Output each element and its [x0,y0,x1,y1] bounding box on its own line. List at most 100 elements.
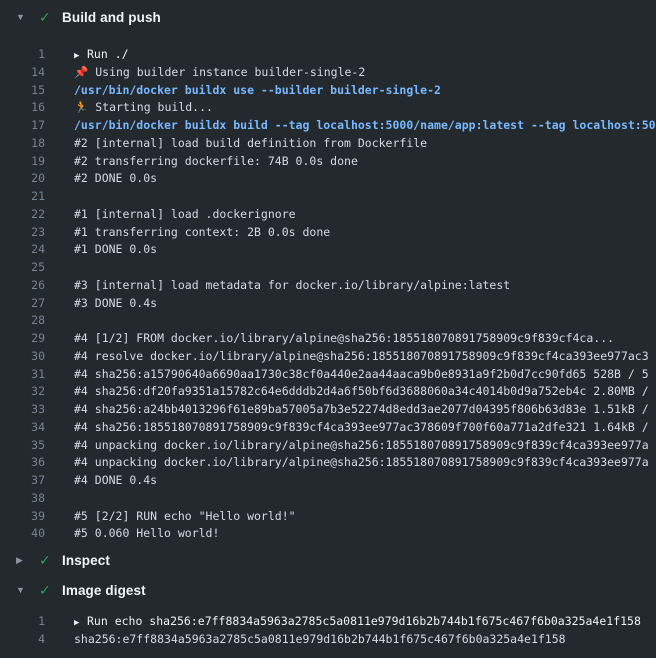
log-line: 25 [0,259,656,277]
chevron-down-icon[interactable]: ▼ [16,586,30,595]
log-text: 📌 Using builder instance builder-single-… [74,64,656,82]
line-number[interactable]: 38 [0,490,45,508]
log-text: #2 DONE 0.0s [74,170,656,188]
log-text: #5 [2/2] RUN echo "Hello world!" [74,508,656,526]
line-number[interactable]: 25 [0,259,45,277]
log-line: 18 #2 [internal] load build definition fr… [0,135,656,153]
log-text: Run ./ [87,47,129,61]
log-text: #1 DONE 0.0s [74,241,656,259]
log-text: #4 sha256:a15790640a6690aa1730c38cf0a440… [74,366,656,384]
log-text: #1 [internal] load .dockerignore [74,206,656,224]
section-title: Image digest [62,583,146,598]
line-number[interactable]: 26 [0,277,45,295]
line-number[interactable]: 40 [0,525,45,543]
line-number[interactable]: 36 [0,454,45,472]
log-line: 23 #1 transferring context: 2B 0.0s done [0,224,656,242]
group-expand-icon[interactable]: ▶ [74,48,87,64]
group-expand-icon[interactable]: ▶ [74,615,87,631]
log-line: 39 #5 [2/2] RUN echo "Hello world!" [0,508,656,526]
line-number[interactable]: 4 [0,631,45,649]
section-header-image-digest[interactable]: ▼✓Image digest [0,575,656,605]
line-number[interactable]: 28 [0,312,45,330]
log-line: 21 [0,188,656,206]
chevron-down-icon[interactable]: ▼ [16,13,30,22]
log-text [74,312,656,330]
log-line: 22 #1 [internal] load .dockerignore [0,206,656,224]
section-log-body: 1 ▶Run ./ 14 📌 Using builder instance build… [0,32,656,545]
log-line: 19 #2 transferring dockerfile: 74B 0.0s d… [0,153,656,171]
log-section-inspect: ▶✓Inspect [0,545,656,575]
line-number[interactable]: 24 [0,241,45,259]
log-line: 14 📌 Using builder instance builder-singl… [0,64,656,82]
section-title: Build and push [62,10,161,25]
log-line: 4 sha256:e7ff8834a5963a2785c5a0811e979d16… [0,631,656,649]
line-number[interactable]: 23 [0,224,45,242]
log-line: 36 #4 unpacking docker.io/library/alpine@… [0,454,656,472]
log-text [74,490,656,508]
line-number[interactable]: 35 [0,437,45,455]
log-text [74,259,656,277]
log-line: 37 #4 DONE 0.4s [0,472,656,490]
log-line: 1 ▶Run ./ [0,46,656,64]
log-line: 28 [0,312,656,330]
log-line: 35 #4 unpacking docker.io/library/alpine@… [0,437,656,455]
log-text: #4 DONE 0.4s [74,472,656,490]
line-number[interactable]: 20 [0,170,45,188]
line-number[interactable]: 21 [0,188,45,206]
log-text: #4 resolve docker.io/library/alpine@sha2… [74,348,656,366]
log-line: 38 [0,490,656,508]
log-line: 32 #4 sha256:df20fa9351a15782c64e6dddb2d4… [0,383,656,401]
line-number[interactable]: 19 [0,153,45,171]
log-line: 31 #4 sha256:a15790640a6690aa1730c38cf0a4… [0,366,656,384]
line-number[interactable]: 31 [0,366,45,384]
line-number[interactable]: 29 [0,330,45,348]
section-header-inspect[interactable]: ▶✓Inspect [0,545,656,575]
section-log-body: 1 ▶Run echo sha256:e7ff8834a5963a2785c5a0… [0,605,656,649]
log-line: 15/usr/bin/docker buildx use --builder b… [0,82,656,100]
log-text: Run echo sha256:e7ff8834a5963a2785c5a081… [87,614,641,628]
log-command-text: /usr/bin/docker buildx build --tag local… [74,117,656,135]
log-text: 🏃 Starting build... [74,99,656,117]
log-text: #1 transferring context: 2B 0.0s done [74,224,656,242]
workflow-log-viewer: ▼✓Build and push1▶Run ./14📌 Using builde… [0,0,656,658]
log-text: #3 DONE 0.4s [74,295,656,313]
line-number[interactable]: 27 [0,295,45,313]
line-number[interactable]: 16 [0,99,45,117]
log-text: #2 [internal] load build definition from… [74,135,656,153]
line-number[interactable]: 34 [0,419,45,437]
line-number[interactable]: 33 [0,401,45,419]
line-number[interactable]: 37 [0,472,45,490]
log-group-toggle[interactable]: ▶Run ./ [74,46,656,64]
line-number[interactable]: 22 [0,206,45,224]
line-number[interactable]: 1 [0,613,45,631]
line-number[interactable]: 15 [0,82,45,100]
log-line: 27 #3 DONE 0.4s [0,295,656,313]
section-header-build-and-push[interactable]: ▼ ✓ Build and push [0,2,656,32]
line-number[interactable]: 14 [0,64,45,82]
log-text: #4 unpacking docker.io/library/alpine@sh… [74,454,656,472]
log-line: 26#3 [internal] load metadata for docker… [0,277,656,295]
log-line: 34#4 sha256:185518070891758909c9f839cf4c… [0,419,656,437]
chevron-right-icon[interactable]: ▶ [16,556,30,565]
log-text: #4 sha256:df20fa9351a15782c64e6dddb2d4a6… [74,383,656,401]
log-section-build-and-push: ▼ ✓ Build and push 1 ▶Run ./ 14 📌 Using builde… [0,2,656,545]
log-line: 40#5 0.060 Hello world! [0,525,656,543]
log-command-text: /usr/bin/docker buildx use --builder bui… [74,82,656,100]
line-number[interactable]: 17 [0,117,45,135]
success-check-icon: ✓ [39,10,55,24]
log-text [74,188,656,206]
log-text: #2 transferring dockerfile: 74B 0.0s don… [74,153,656,171]
line-number[interactable]: 1 [0,46,45,64]
line-number[interactable]: 39 [0,508,45,526]
log-line: 16 🏃 Starting build... [0,99,656,117]
log-line: 33#4 sha256:a24bb4013296f61e89ba57005a7b… [0,401,656,419]
log-line: 29#4 [1/2] FROM docker.io/library/alpine… [0,330,656,348]
line-number[interactable]: 18 [0,135,45,153]
line-number[interactable]: 30 [0,348,45,366]
log-text: #4 unpacking docker.io/library/alpine@sh… [74,437,656,455]
log-line: 1 ▶Run echo sha256:e7ff8834a5963a2785c5a0… [0,613,656,631]
log-group-toggle[interactable]: ▶Run echo sha256:e7ff8834a5963a2785c5a08… [74,613,656,631]
line-number[interactable]: 32 [0,383,45,401]
log-line: 20 #2 DONE 0.0s [0,170,656,188]
log-text: sha256:e7ff8834a5963a2785c5a0811e979d16b… [74,631,656,649]
